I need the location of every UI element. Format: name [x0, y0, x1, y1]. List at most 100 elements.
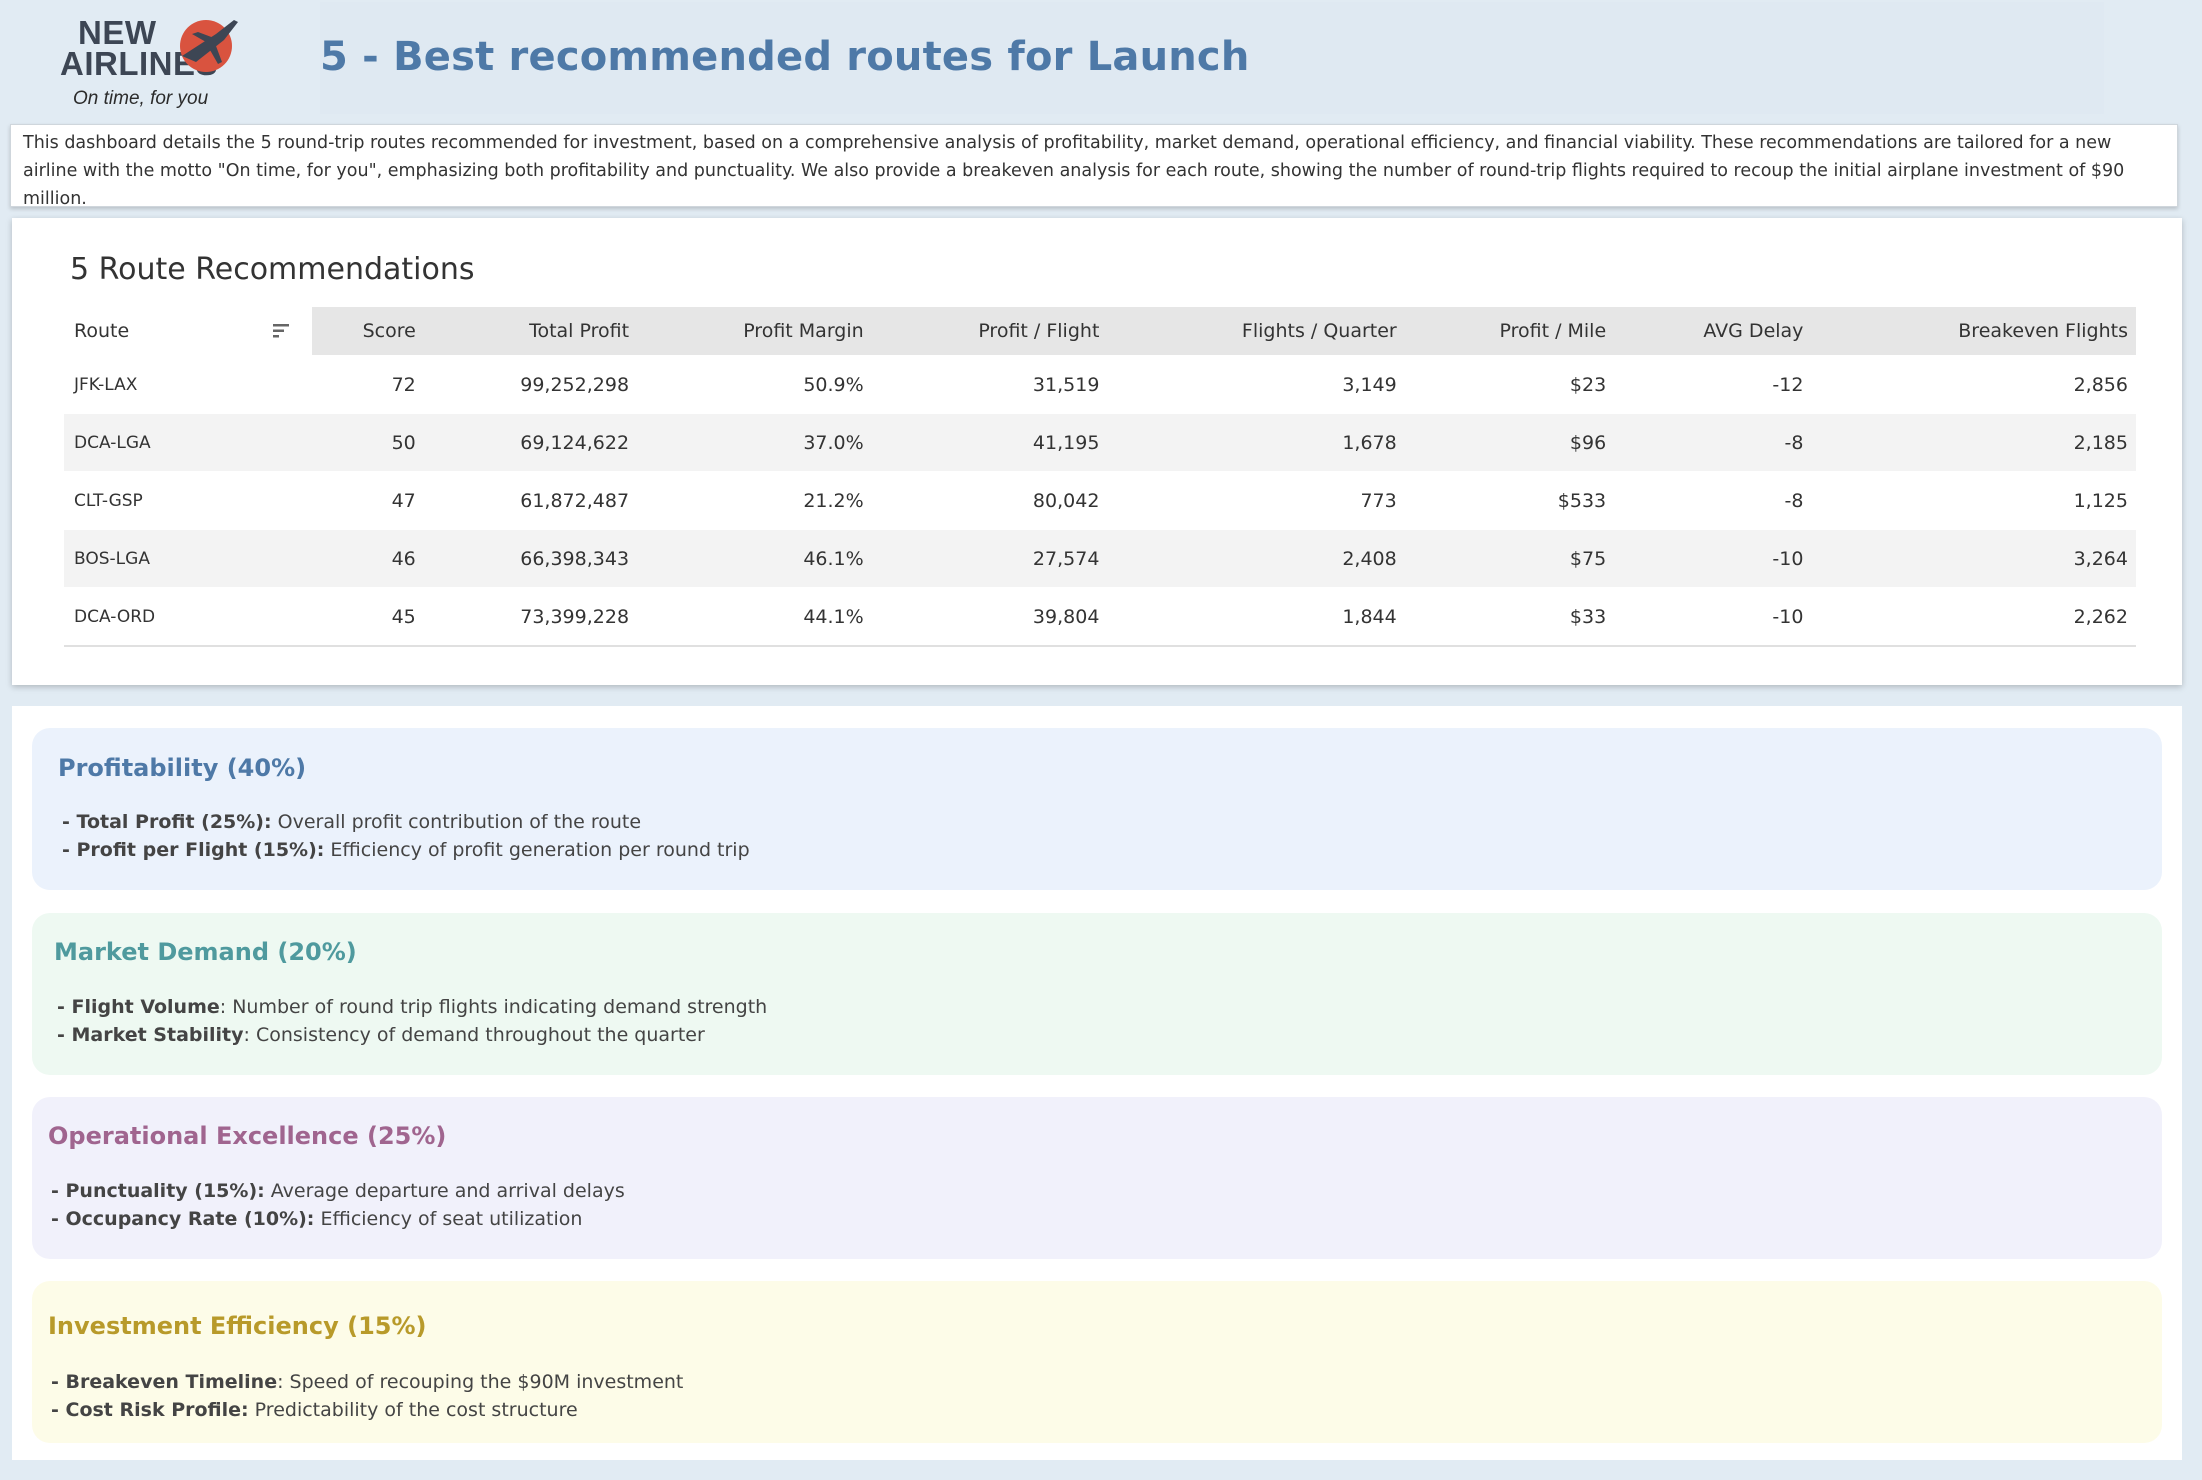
cell-route: DCA-LGA [64, 413, 312, 472]
operational-excellence-card: Operational Excellence (25%) - Punctuali… [32, 1097, 2162, 1259]
table-row: CLT-GSP 47 61,872,487 21.2% 80,042 773 $… [64, 471, 2136, 530]
cell-avg-delay: -10 [1614, 587, 1812, 647]
cell-score: 46 [312, 529, 424, 588]
cell-breakeven-flights: 2,262 [1811, 587, 2136, 647]
table-row: BOS-LGA 46 66,398,343 46.1% 27,574 2,408… [64, 529, 2136, 588]
card-title: Operational Excellence (25%) [48, 1122, 447, 1150]
cell-profit-margin: 50.9% [637, 355, 872, 414]
criteria-term: - Breakeven Timeline [51, 1371, 278, 1393]
criteria-desc: Average departure and arrival delays [264, 1180, 625, 1202]
scoring-criteria-panel: Profitability (40%) - Total Profit (25%)… [12, 706, 2182, 1460]
criteria-desc: Efficiency of seat utilization [314, 1208, 583, 1230]
profitability-card: Profitability (40%) - Total Profit (25%)… [32, 728, 2162, 890]
column-header-score[interactable]: Score [312, 307, 424, 356]
criteria-term: - Market Stability [57, 1024, 244, 1046]
cell-avg-delay: -12 [1614, 355, 1812, 414]
cell-profit-margin: 44.1% [637, 587, 872, 647]
column-header-label: Route [74, 320, 130, 342]
investment-efficiency-card: Investment Efficiency (15%) - Breakeven … [32, 1281, 2162, 1443]
cell-profit-per-mile: $75 [1404, 529, 1615, 588]
card-title: Market Demand (20%) [54, 938, 357, 966]
airline-logo: NEW AIRLINES On time, for you [0, 0, 318, 117]
criteria-desc: : Number of round trip flights indicatin… [219, 996, 768, 1018]
cell-score: 72 [312, 355, 424, 414]
column-header-avg-delay[interactable]: AVG Delay [1614, 307, 1812, 356]
column-header-total-profit[interactable]: Total Profit [423, 307, 638, 356]
cell-total-profit: 61,872,487 [423, 471, 638, 530]
criteria-term: - Punctuality (15%): [51, 1180, 265, 1202]
criteria-desc: : Consistency of demand throughout the q… [243, 1024, 705, 1046]
criteria-item: - Punctuality (15%): Average departure a… [51, 1180, 625, 1202]
plane-in-red-circle-icon [180, 20, 238, 72]
cell-score: 47 [312, 471, 424, 530]
criteria-item: - Profit per Flight (15%): Efficiency of… [62, 839, 750, 861]
cell-profit-per-flight: 80,042 [871, 471, 1108, 530]
cell-profit-per-mile: $96 [1404, 413, 1615, 472]
table-row: DCA-LGA 50 69,124,622 37.0% 41,195 1,678… [64, 413, 2136, 472]
criteria-desc: Predictability of the cost structure [248, 1399, 578, 1421]
cell-route: BOS-LGA [64, 529, 312, 588]
cell-total-profit: 73,399,228 [423, 587, 638, 647]
cell-breakeven-flights: 2,185 [1811, 413, 2136, 472]
cell-profit-per-mile: $33 [1404, 587, 1615, 647]
cell-breakeven-flights: 3,264 [1811, 529, 2136, 588]
cell-score: 50 [312, 413, 424, 472]
cell-flights-per-quarter: 773 [1107, 471, 1405, 530]
column-header-flights-per-quarter[interactable]: Flights / Quarter [1107, 307, 1405, 356]
table-row: DCA-ORD 45 73,399,228 44.1% 39,804 1,844… [64, 587, 2136, 647]
criteria-term: - Occupancy Rate (10%): [51, 1208, 315, 1230]
routes-table: Route Score Total Profit Profit Margin P… [64, 307, 2136, 647]
cell-profit-per-flight: 41,195 [871, 413, 1108, 472]
cell-total-profit: 99,252,298 [423, 355, 638, 414]
cell-profit-margin: 37.0% [637, 413, 872, 472]
criteria-item: - Total Profit (25%): Overall profit con… [62, 811, 641, 833]
card-title: Investment Efficiency (15%) [48, 1312, 427, 1340]
cell-score: 45 [312, 587, 424, 647]
cell-breakeven-flights: 2,856 [1811, 355, 2136, 414]
card-title: Profitability (40%) [58, 754, 307, 782]
criteria-item: - Market Stability: Consistency of deman… [57, 1024, 705, 1046]
criteria-term: - Cost Risk Profile: [51, 1399, 249, 1421]
cell-profit-per-flight: 39,804 [871, 587, 1108, 647]
page-title: 5 - Best recommended routes for Launch [320, 34, 1250, 80]
cell-route: CLT-GSP [64, 471, 312, 530]
table-row: JFK-LAX 72 99,252,298 50.9% 31,519 3,149… [64, 355, 2136, 414]
sort-descending-icon[interactable] [272, 321, 290, 341]
cell-profit-per-flight: 31,519 [871, 355, 1108, 414]
column-header-profit-per-mile[interactable]: Profit / Mile [1404, 307, 1615, 356]
criteria-desc: : Speed of recouping the $90M investment [277, 1371, 684, 1393]
cell-total-profit: 69,124,622 [423, 413, 638, 472]
cell-avg-delay: -8 [1614, 471, 1812, 530]
criteria-term: - Total Profit (25%): [62, 811, 272, 833]
table-header-row: Route Score Total Profit Profit Margin P… [64, 307, 2136, 356]
criteria-item: - Breakeven Timeline: Speed of recouping… [51, 1371, 683, 1393]
column-header-profit-per-flight[interactable]: Profit / Flight [871, 307, 1108, 356]
column-header-breakeven-flights[interactable]: Breakeven Flights [1811, 307, 2136, 356]
cell-profit-per-mile: $23 [1404, 355, 1615, 414]
cell-profit-per-mile: $533 [1404, 471, 1615, 530]
cell-total-profit: 66,398,343 [423, 529, 638, 588]
cell-flights-per-quarter: 1,844 [1107, 587, 1405, 647]
table-title: 5 Route Recommendations [70, 252, 475, 287]
cell-avg-delay: -8 [1614, 413, 1812, 472]
title-bar: 5 - Best recommended routes for Launch [320, 2, 2104, 114]
cell-flights-per-quarter: 3,149 [1107, 355, 1405, 414]
cell-avg-delay: -10 [1614, 529, 1812, 588]
routes-table-panel: 5 Route Recommendations Route Score Tota… [12, 218, 2182, 685]
cell-profit-per-flight: 27,574 [871, 529, 1108, 588]
cell-flights-per-quarter: 1,678 [1107, 413, 1405, 472]
criteria-desc: Efficiency of profit generation per roun… [324, 839, 750, 861]
criteria-item: - Flight Volume: Number of round trip fl… [57, 996, 767, 1018]
criteria-item: - Cost Risk Profile: Predictability of t… [51, 1399, 578, 1421]
criteria-desc: Overall profit contribution of the route [271, 811, 642, 833]
cell-breakeven-flights: 1,125 [1811, 471, 2136, 530]
column-header-route[interactable]: Route [64, 307, 312, 356]
criteria-item: - Occupancy Rate (10%): Efficiency of se… [51, 1208, 582, 1230]
cell-profit-margin: 21.2% [637, 471, 872, 530]
cell-route: JFK-LAX [64, 355, 312, 414]
intro-description: This dashboard details the 5 round-trip … [10, 124, 2178, 209]
market-demand-card: Market Demand (20%) - Flight Volume: Num… [32, 913, 2162, 1075]
criteria-term: - Flight Volume [57, 996, 220, 1018]
column-header-profit-margin[interactable]: Profit Margin [637, 307, 872, 356]
cell-profit-margin: 46.1% [637, 529, 872, 588]
